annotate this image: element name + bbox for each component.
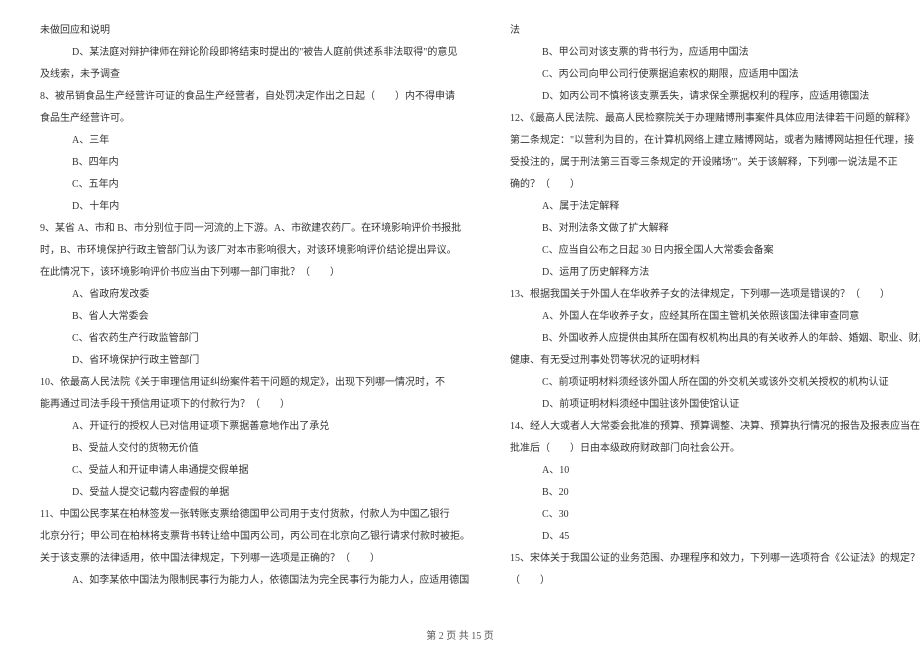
exam-text-line: D、受益人提交记载内容虚假的单据 [40,482,470,504]
exam-text-line: 15、宋体关于我国公证的业务范围、办理程序和效力，下列哪一选项符合《公证法》的规… [510,548,920,570]
page-footer: 第 2 页 共 15 页 [0,627,920,642]
exam-text-line: B、外国收养人应提供由其所在国有权机构出具的有关收养人的年龄、婚姻、职业、财产、 [510,328,920,350]
exam-text-line: 及线索，未予调查 [40,64,470,86]
exam-text-line: 12、《最高人民法院、最高人民检察院关于办理赌博刑事案件具体应用法律若干问题的解… [510,108,920,130]
left-column: 未做回应和说明D、某法庭对辩护律师在辩论阶段即将结束时提出的"被告人庭前供述系非… [40,20,470,610]
exam-text-line: A、属于法定解释 [510,196,920,218]
exam-text-line: 北京分行；甲公司在柏林将支票背书转让给中国丙公司，丙公司在北京向乙银行请求付款时… [40,526,470,548]
exam-text-line: A、省政府发改委 [40,284,470,306]
exam-text-line: B、省人大常委会 [40,306,470,328]
exam-text-line: C、丙公司向甲公司行使票据追索权的期限，应适用中国法 [510,64,920,86]
exam-text-line: D、某法庭对辩护律师在辩论阶段即将结束时提出的"被告人庭前供述系非法取得"的意见 [40,42,470,64]
exam-text-line: 食品生产经营许可。 [40,108,470,130]
exam-text-line: B、对刑法条文做了扩大解释 [510,218,920,240]
exam-text-line: C、30 [510,504,920,526]
exam-text-line: C、五年内 [40,174,470,196]
exam-text-line: 第二条规定："以营利为目的，在计算机网络上建立赌博网站，或者为赌博网站担任代理，… [510,130,920,152]
exam-text-line: 批准后（ ）日由本级政府财政部门向社会公开。 [510,438,920,460]
exam-text-line: 健康、有无受过刑事处罚等状况的证明材料 [510,350,920,372]
exam-text-line: 8、被吊销食品生产经营许可证的食品生产经营者，自处罚决定作出之日起（ ）内不得申… [40,86,470,108]
exam-text-line: 关于该支票的法律适用，依中国法律规定，下列哪一选项是正确的？（ ） [40,548,470,570]
exam-text-line: A、10 [510,460,920,482]
exam-text-line: 在此情况下，该环境影响评价书应当由下列哪一部门审批？（ ） [40,262,470,284]
exam-text-line: 13、根据我国关于外国人在华收养子女的法律规定，下列哪一选项是错误的？（ ） [510,284,920,306]
exam-text-line: D、前项证明材料须经中国驻该外国使馆认证 [510,394,920,416]
exam-page: 未做回应和说明D、某法庭对辩护律师在辩论阶段即将结束时提出的"被告人庭前供述系非… [0,0,920,650]
exam-text-line: A、开证行的授权人已对信用证项下票据善意地作出了承兑 [40,416,470,438]
exam-text-line: A、如李某依中国法为限制民事行为能力人，依德国法为完全民事行为能力人，应适用德国 [40,570,470,592]
exam-text-line: 确的？（ ） [510,174,920,196]
exam-text-line: 法 [510,20,920,42]
exam-text-line: 时，B、市环境保护行政主管部门认为该厂对本市影响很大，对该环境影响评价结论提出异… [40,240,470,262]
exam-text-line: 能再通过司法手段干预信用证项下的付款行为？（ ） [40,394,470,416]
exam-text-line: B、四年内 [40,152,470,174]
exam-text-line: D、十年内 [40,196,470,218]
exam-text-line: C、前项证明材料须经该外国人所在国的外交机关或该外交机关授权的机构认证 [510,372,920,394]
exam-text-line: D、如丙公司不慎将该支票丢失，请求保全票据权利的程序，应适用德国法 [510,86,920,108]
exam-text-line: 未做回应和说明 [40,20,470,42]
exam-text-line: C、应当自公布之日起 30 日内报全国人大常委会备案 [510,240,920,262]
exam-text-line: B、20 [510,482,920,504]
exam-text-line: 14、经人大或者人大常委会批准的预算、预算调整、决算、预算执行情况的报告及报表应… [510,416,920,438]
exam-text-line: D、45 [510,526,920,548]
right-column: 法B、甲公司对该支票的背书行为，应适用中国法C、丙公司向甲公司行使票据追索权的期… [510,20,920,610]
exam-text-line: 11、中国公民李某在柏林签发一张转账支票给德国甲公司用于支付货款，付款人为中国乙… [40,504,470,526]
exam-text-line: 10、依最高人民法院《关于审理信用证纠纷案件若干问题的规定》，出现下列哪一情况时… [40,372,470,394]
exam-text-line: A、外国人在华收养子女，应经其所在国主管机关依照该国法律审查同意 [510,306,920,328]
exam-text-line: C、受益人和开证申请人串通提交假单据 [40,460,470,482]
exam-text-line: B、甲公司对该支票的背书行为，应适用中国法 [510,42,920,64]
exam-text-line: C、省农药生产行政监管部门 [40,328,470,350]
exam-text-line: A、三年 [40,130,470,152]
exam-text-line: D、省环境保护行政主管部门 [40,350,470,372]
exam-text-line: D、运用了历史解释方法 [510,262,920,284]
exam-text-line: B、受益人交付的货物无价值 [40,438,470,460]
exam-text-line: 受投注的，属于刑法第三百零三条规定的'开设赌场'"。关于该解释，下列哪一说法是不… [510,152,920,174]
exam-text-line: （ ） [510,570,920,592]
exam-text-line: 9、某省 A、市和 B、市分别位于同一河流的上下游。A、市欲建农药厂。在环境影响… [40,218,470,240]
